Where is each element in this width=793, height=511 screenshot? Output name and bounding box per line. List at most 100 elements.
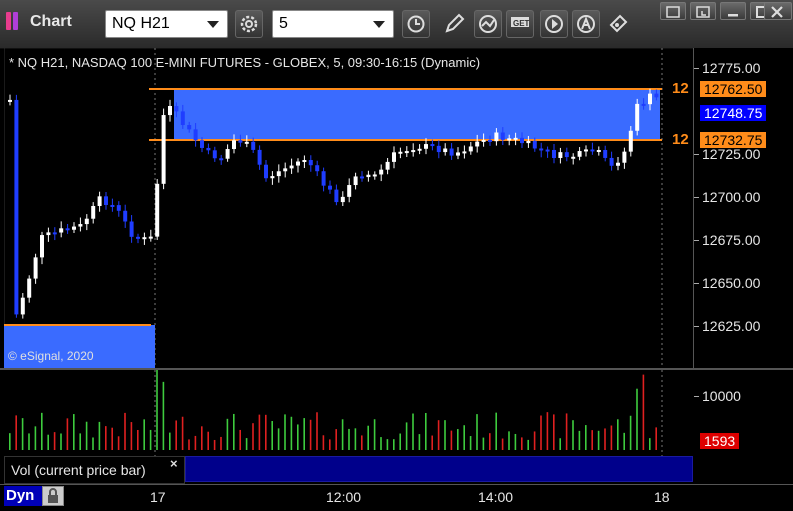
volume-bar: [188, 439, 190, 450]
lock-icon[interactable]: [42, 486, 64, 506]
volume-bar: [489, 433, 491, 450]
symbol-combo[interactable]: NQ H21: [105, 10, 228, 38]
price-axis[interactable]: 12775.00 12725.00 12700.00 12675.00 1265…: [672, 48, 793, 449]
volume-y-tick: 10000: [694, 388, 741, 404]
volume-bar: [130, 422, 133, 450]
volume-bar: [303, 418, 305, 450]
candle-body: [257, 149, 262, 165]
volume-bar: [60, 433, 62, 450]
candle-body: [276, 171, 281, 177]
candle-body: [91, 206, 96, 219]
x-tick: 12:00: [326, 489, 362, 505]
close-study-icon[interactable]: ×: [170, 456, 178, 471]
pencil-draw-icon[interactable]: [440, 10, 468, 38]
chevron-down-icon[interactable]: [207, 21, 219, 28]
candle-body: [200, 140, 204, 148]
dynamic-mode-button[interactable]: Dyn: [4, 486, 42, 506]
candle-body: [526, 140, 531, 144]
candle-body: [116, 205, 121, 211]
volume-bar: [642, 374, 645, 450]
candle-body: [308, 160, 313, 166]
volume-bar: [252, 423, 254, 450]
symbol-value: NQ H21: [112, 15, 170, 32]
candle-body: [180, 111, 185, 126]
candle-body: [392, 152, 396, 162]
study-icon[interactable]: [474, 10, 502, 38]
candle-body: [334, 189, 339, 203]
candle-body: [168, 106, 172, 116]
volume-bar: [393, 439, 395, 450]
candle-body: [238, 140, 243, 143]
candle-body: [14, 99, 19, 315]
volume-bar: [85, 421, 88, 450]
volume-bar: [373, 419, 376, 450]
candle-body: [129, 221, 134, 237]
volume-bar: [213, 439, 216, 450]
volume-bar: [629, 415, 632, 450]
arrow-tool-icon[interactable]: [605, 10, 633, 38]
candle-body: [603, 150, 608, 158]
candle-body: [577, 151, 582, 157]
link-window-button[interactable]: [660, 2, 686, 20]
volume-bar: [53, 432, 56, 450]
volume-bar: [156, 370, 158, 450]
candle-body: [424, 144, 428, 149]
volume-bar: [597, 430, 600, 450]
restore-window-button[interactable]: [690, 2, 716, 20]
volume-bar: [514, 433, 517, 450]
volume-chart-canvas[interactable]: [4, 370, 693, 456]
account-icon[interactable]: [572, 10, 600, 38]
play-icon[interactable]: [540, 10, 568, 38]
settings-gear-icon[interactable]: [235, 10, 263, 38]
volume-bar: [527, 439, 529, 450]
time-axis[interactable]: 17 12:00 14:00 18: [0, 484, 793, 511]
candle-body: [449, 148, 454, 156]
candle-body: [500, 132, 505, 140]
get-icon[interactable]: GET: [506, 10, 534, 38]
volume-bar: [220, 436, 222, 450]
candle-body: [532, 140, 537, 149]
volume-bar: [175, 420, 177, 450]
candle-body: [46, 232, 51, 236]
volume-bar: [265, 414, 267, 450]
volume-bar: [418, 434, 421, 450]
volume-bar: [73, 414, 75, 450]
volume-bar: [341, 419, 344, 450]
candle-body: [212, 150, 217, 159]
candle-body: [193, 129, 198, 141]
price-label-lower: 12732.75: [700, 132, 767, 148]
candle-body: [635, 103, 640, 131]
volume-bar: [66, 418, 69, 450]
candle-body: [507, 138, 512, 141]
candle-body: [481, 139, 486, 142]
volume-bar: [617, 419, 619, 450]
candle-body: [97, 196, 102, 207]
price-chart-canvas[interactable]: [4, 48, 693, 368]
candle-body: [232, 140, 236, 150]
candle-body: [372, 174, 377, 177]
interval-value: 5: [279, 15, 288, 32]
candle-body: [78, 224, 83, 227]
candle-body: [628, 130, 633, 152]
candle-body: [590, 149, 595, 152]
close-window-button[interactable]: [764, 2, 792, 20]
candle-body: [340, 196, 345, 203]
volume-last-label: 1593: [700, 433, 740, 449]
y-tick: 12775.00: [694, 60, 760, 76]
interval-combo[interactable]: 5: [272, 10, 394, 38]
candle-body: [219, 158, 224, 161]
volume-bar: [143, 419, 145, 450]
app-logo-icon: [6, 12, 24, 30]
volume-bar: [181, 416, 184, 450]
clock-icon[interactable]: [402, 10, 430, 38]
candle-body: [545, 149, 550, 152]
volume-bar: [162, 381, 165, 450]
volume-bar: [98, 421, 101, 450]
minimize-window-button[interactable]: [720, 2, 746, 20]
chevron-down-icon[interactable]: [373, 21, 385, 28]
candle-body: [385, 161, 390, 170]
volume-bar: [508, 431, 510, 450]
volume-bar: [239, 429, 241, 450]
volume-bar: [553, 414, 555, 450]
volume-bar: [41, 412, 43, 450]
